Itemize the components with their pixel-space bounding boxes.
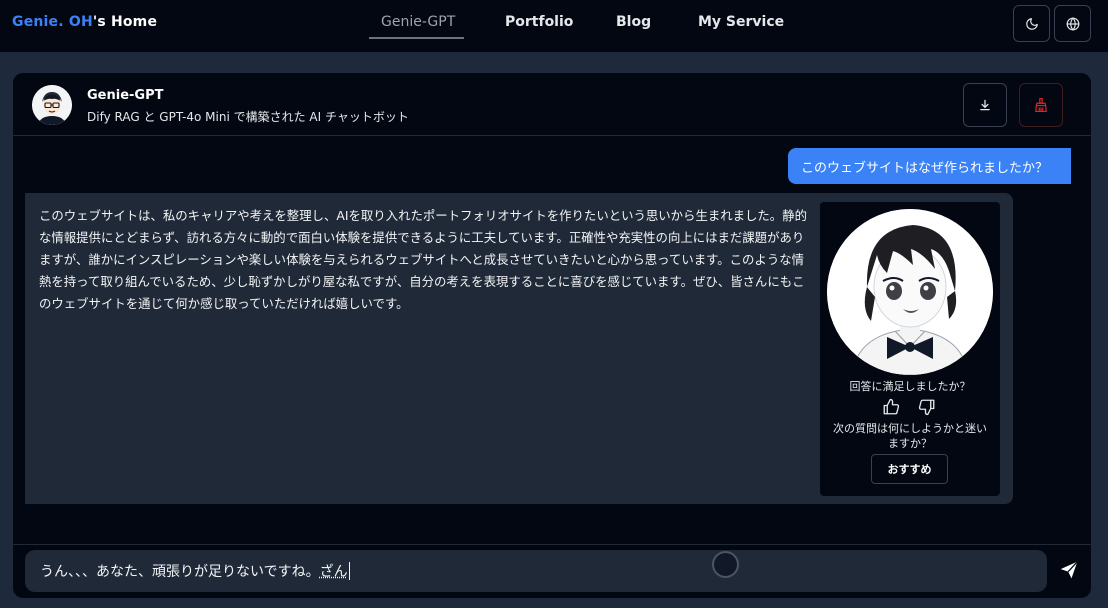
- download-icon: [980, 99, 990, 111]
- thumbs-down-icon: [918, 399, 935, 416]
- feedback-panel: 回答に満足しましたか？ 次の質問は何にしようかと迷いますか？ おすすめ: [820, 202, 1000, 496]
- site-brand[interactable]: Genie. OH's Home: [12, 14, 157, 30]
- language-button[interactable]: [1054, 5, 1091, 42]
- scroll-to-bottom-button[interactable]: [712, 551, 739, 578]
- character-portrait: [827, 209, 993, 375]
- nav-link-blog[interactable]: Blog: [616, 14, 651, 30]
- nav-active-underline: [369, 37, 464, 39]
- like-button[interactable]: [882, 398, 902, 416]
- thumbs-up-icon: [883, 398, 900, 415]
- suggest-button[interactable]: おすすめ: [871, 454, 948, 484]
- download-button[interactable]: [963, 83, 1007, 127]
- bot-name: Genie-GPT: [87, 88, 164, 103]
- nav-link-genie-gpt[interactable]: Genie-GPT: [381, 14, 455, 30]
- nav-link-my-service[interactable]: My Service: [698, 14, 784, 30]
- globe-icon: [1066, 16, 1079, 31]
- broom-icon: [1035, 98, 1047, 112]
- top-navbar: Genie. OH's Home Genie-GPT Portfolio Blo…: [0, 0, 1108, 52]
- user-message-bubble: このウェブサイトはなぜ作られましたか？: [788, 148, 1071, 184]
- brand-rest: 's Home: [92, 14, 158, 30]
- send-button[interactable]: [1057, 558, 1081, 582]
- paper-plane-icon: [1060, 561, 1078, 579]
- brand-accent: Genie. OH: [12, 14, 93, 30]
- bot-avatar: [32, 85, 72, 125]
- dislike-button[interactable]: [918, 398, 938, 416]
- text-caret: [348, 562, 350, 580]
- moon-icon: [1025, 17, 1038, 30]
- clear-chat-button[interactable]: [1019, 83, 1063, 127]
- bot-message-bubble: このウェブサイトは、私のキャリアや考えを整理し、AIを取り入れたポートフォリオサ…: [25, 193, 1013, 504]
- chat-header: Genie-GPT Dify RAG と GPT-4o Mini で構築された …: [13, 73, 1091, 136]
- chat-input-composing-text: ざん: [319, 564, 348, 580]
- chat-input-committed-text: うん、、、あなた、頑張りが足りないですね。: [40, 564, 320, 580]
- nav-link-portfolio[interactable]: Portfolio: [505, 14, 573, 30]
- bot-message-text: このウェブサイトは、私のキャリアや考えを整理し、AIを取り入れたポートフォリオサ…: [39, 208, 807, 311]
- feedback-question: 回答に満足しましたか？: [849, 380, 971, 393]
- input-divider: [13, 544, 1091, 545]
- chat-card: Genie-GPT Dify RAG と GPT-4o Mini で構築された …: [13, 73, 1091, 598]
- next-question-prompt: 次の質問は何にしようかと迷いますか？: [833, 422, 987, 450]
- bot-subtitle: Dify RAG と GPT-4o Mini で構築された AI チャットボット: [87, 110, 409, 124]
- theme-toggle-button[interactable]: [1013, 5, 1050, 42]
- user-message-text: このウェブサイトはなぜ作られましたか？: [801, 160, 1049, 176]
- chat-input[interactable]: うん、、、あなた、頑張りが足りないですね。 ざん: [25, 550, 1047, 592]
